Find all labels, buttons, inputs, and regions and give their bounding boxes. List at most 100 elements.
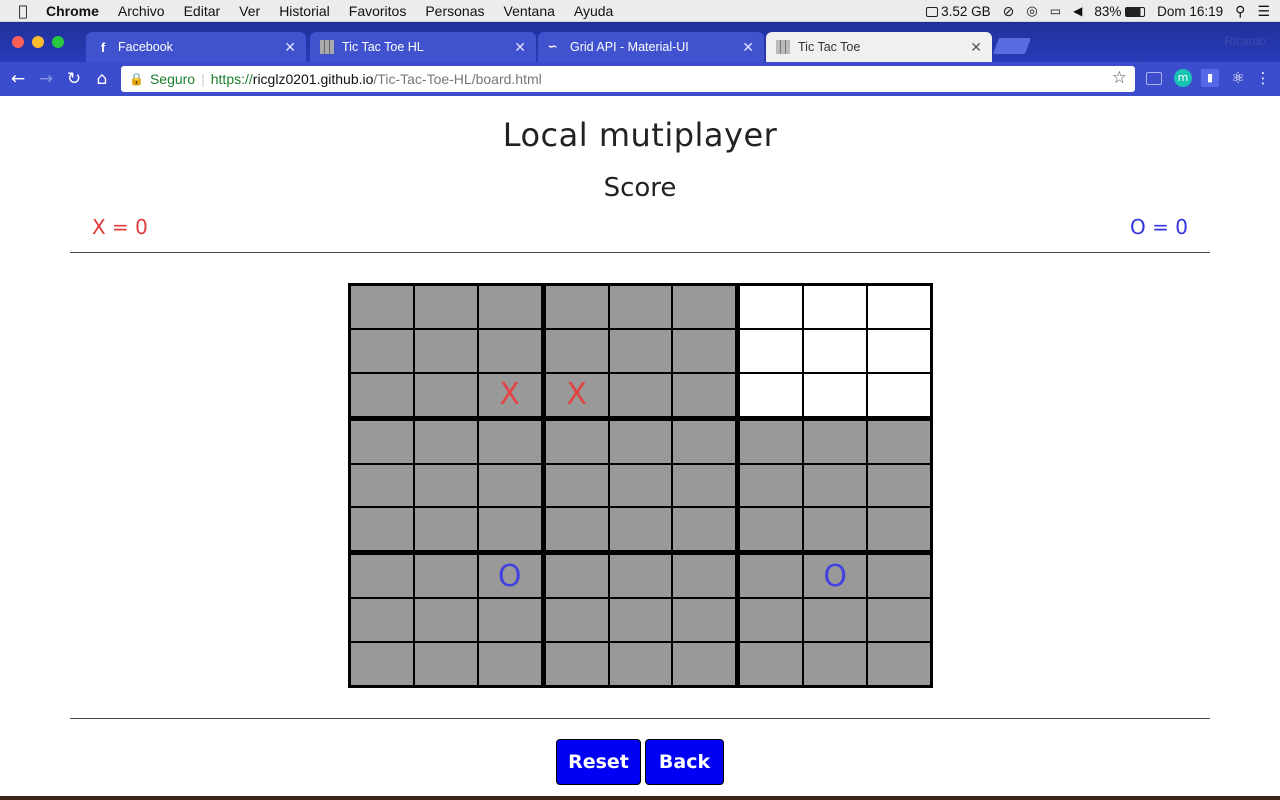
tab-grid-api[interactable]: ∽ Grid API - Material-UI ✕ [538, 32, 764, 62]
close-tab-icon[interactable]: ✕ [284, 39, 296, 56]
board-cell[interactable] [609, 599, 672, 642]
reload-icon[interactable]: ↻ [60, 69, 88, 89]
extension-m-icon[interactable]: m [1174, 69, 1192, 87]
board-cell[interactable] [804, 464, 867, 507]
address-bar[interactable]: 🔒 Seguro | https://ricglz0201.github.io /… [121, 66, 1135, 92]
board-cell[interactable] [673, 329, 736, 372]
board-cell[interactable] [673, 508, 736, 551]
tab-facebook[interactable]: f Facebook ✕ [86, 32, 306, 62]
board-cell[interactable] [478, 643, 541, 685]
zoom-window-button[interactable] [52, 36, 64, 48]
board-cell[interactable] [804, 508, 867, 551]
memory-status[interactable]: 3.52 GB [926, 4, 991, 19]
board-cell[interactable] [868, 555, 930, 598]
board-cell[interactable] [414, 643, 477, 685]
board-cell[interactable] [804, 643, 867, 685]
wifi-icon[interactable]: ◎ [1026, 3, 1037, 19]
spotlight-search-icon[interactable]: ⚲ [1235, 3, 1245, 20]
board-cell[interactable] [478, 329, 541, 372]
board-cell[interactable] [868, 643, 930, 685]
url-scheme[interactable]: https:// [211, 71, 253, 87]
notification-center-icon[interactable]: ☰ [1257, 3, 1270, 20]
board-cell[interactable] [740, 420, 803, 463]
board-cell[interactable] [609, 286, 672, 328]
board-cell[interactable] [414, 555, 477, 598]
board-cell[interactable] [545, 464, 608, 507]
new-tab-button[interactable] [993, 38, 1031, 54]
battery-status[interactable]: 83% [1094, 4, 1146, 19]
board-cell[interactable] [609, 373, 672, 416]
board-cell[interactable] [478, 599, 541, 642]
board-cell[interactable] [351, 555, 413, 598]
board-cell[interactable] [545, 508, 608, 551]
board-cell[interactable] [740, 508, 803, 551]
board-cell[interactable] [351, 420, 413, 463]
board-cell[interactable] [673, 643, 736, 685]
board-cell[interactable] [545, 286, 608, 328]
board-cell[interactable] [740, 373, 803, 416]
board-cell[interactable] [673, 420, 736, 463]
board-cell[interactable] [414, 508, 477, 551]
menu-historial[interactable]: Historial [279, 3, 330, 19]
menu-editar[interactable]: Editar [184, 3, 221, 19]
apple-icon[interactable]:  [0, 2, 46, 20]
forward-arrow-icon[interactable]: → [32, 69, 60, 89]
lock-icon[interactable]: 🔒 [129, 72, 144, 86]
reset-button[interactable]: Reset [556, 739, 641, 785]
board-cell[interactable] [868, 599, 930, 642]
board-cell[interactable] [804, 420, 867, 463]
board-cell[interactable] [351, 373, 413, 416]
board-cell[interactable] [804, 599, 867, 642]
board-cell[interactable] [740, 555, 803, 598]
minimize-window-button[interactable] [32, 36, 44, 48]
back-arrow-icon[interactable]: ← [4, 69, 32, 89]
board-cell[interactable] [351, 464, 413, 507]
menu-chrome[interactable]: Chrome [46, 3, 99, 19]
board-cell[interactable] [868, 464, 930, 507]
board-cell[interactable] [673, 464, 736, 507]
close-window-button[interactable] [12, 36, 24, 48]
board-cell[interactable] [351, 508, 413, 551]
board-cell[interactable] [673, 555, 736, 598]
board-cell[interactable] [478, 420, 541, 463]
board-cell[interactable] [740, 464, 803, 507]
board-cell[interactable] [351, 599, 413, 642]
board-cell[interactable] [740, 643, 803, 685]
board-cell[interactable] [351, 286, 413, 328]
board-cell[interactable] [673, 599, 736, 642]
board-cell[interactable] [868, 286, 930, 328]
board-cell[interactable] [351, 643, 413, 685]
do-not-disturb-icon[interactable]: ⊘ [1003, 3, 1015, 20]
bookmark-star-icon[interactable]: ☆ [1112, 68, 1127, 88]
board-cell[interactable]: X [478, 373, 541, 416]
tab-tic-tac-toe[interactable]: Tic Tac Toe ✕ [766, 32, 992, 62]
menu-archivo[interactable]: Archivo [118, 3, 165, 19]
board-cell[interactable] [804, 286, 867, 328]
cast-icon[interactable] [1146, 72, 1162, 85]
board-cell[interactable] [478, 508, 541, 551]
menu-ver[interactable]: Ver [239, 3, 260, 19]
react-devtools-icon[interactable]: ⚛ [1229, 69, 1247, 87]
board-cell[interactable] [478, 464, 541, 507]
board-cell[interactable] [478, 286, 541, 328]
url-path[interactable]: /Tic-Tac-Toe-HL/board.html [373, 71, 541, 87]
board-cell[interactable] [545, 329, 608, 372]
board-cell[interactable] [868, 373, 930, 416]
tab-tic-tac-toe-hl[interactable]: Tic Tac Toe HL ✕ [310, 32, 536, 62]
close-tab-icon[interactable]: ✕ [970, 39, 982, 56]
extension-book-icon[interactable]: ▮ [1201, 69, 1219, 87]
back-button[interactable]: Back [645, 739, 724, 785]
board-cell[interactable] [545, 599, 608, 642]
board-cell[interactable] [609, 508, 672, 551]
board-cell[interactable]: O [478, 555, 541, 598]
board-cell[interactable] [414, 420, 477, 463]
board-cell[interactable] [740, 329, 803, 372]
board-cell[interactable]: O [804, 555, 867, 598]
board-cell[interactable] [351, 329, 413, 372]
board-cell[interactable] [545, 555, 608, 598]
board-cell[interactable] [609, 643, 672, 685]
board-cell[interactable] [673, 373, 736, 416]
board-cell[interactable] [740, 599, 803, 642]
menu-ayuda[interactable]: Ayuda [574, 3, 613, 19]
menu-ventana[interactable]: Ventana [504, 3, 555, 19]
